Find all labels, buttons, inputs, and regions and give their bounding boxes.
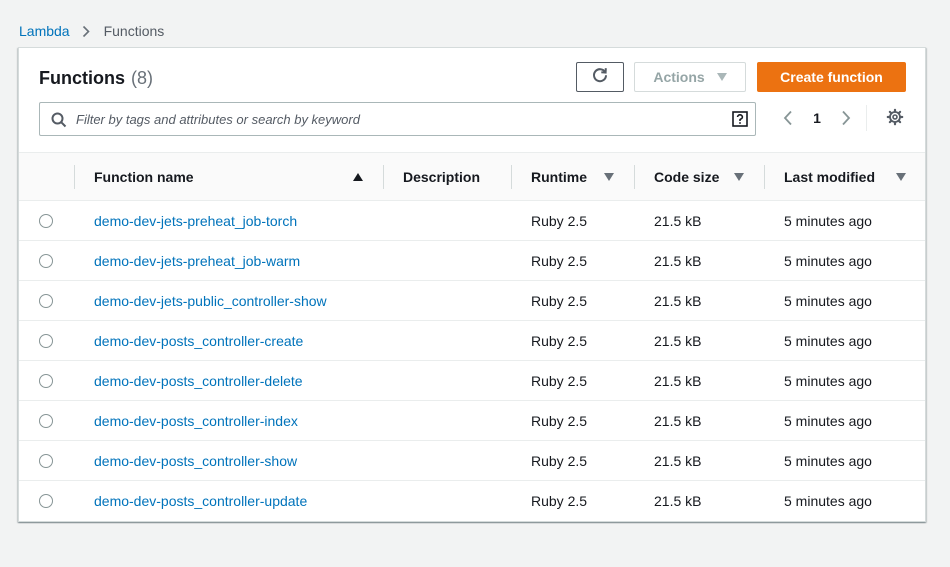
pagination: 1 xyxy=(781,105,867,131)
column-label: Runtime xyxy=(531,168,587,185)
column-separator xyxy=(511,165,512,189)
column-label: Description xyxy=(403,168,481,185)
code-size-cell: 21.5 kB xyxy=(654,293,702,309)
page-title: Functions (8) xyxy=(39,68,153,89)
table-row: demo-dev-jets-public_controller-show Rub… xyxy=(19,281,925,321)
code-size-cell: 21.5 kB xyxy=(654,213,702,229)
caret-down-icon xyxy=(716,73,727,81)
code-size-cell: 21.5 kB xyxy=(654,373,702,389)
last-modified-cell: 5 minutes ago xyxy=(784,333,872,349)
function-name-link[interactable]: demo-dev-jets-preheat_job-warm xyxy=(94,253,300,269)
function-name-link[interactable]: demo-dev-posts_controller-index xyxy=(94,413,298,429)
column-separator xyxy=(383,165,384,189)
pager-divider xyxy=(866,105,867,131)
last-modified-cell: 5 minutes ago xyxy=(784,293,872,309)
row-select-radio[interactable] xyxy=(39,494,53,508)
column-header-description[interactable]: Description xyxy=(383,153,511,200)
column-header-code-size[interactable]: Code size xyxy=(634,153,764,200)
caret-down-icon xyxy=(734,173,744,181)
column-separator xyxy=(74,165,75,189)
runtime-cell: Ruby 2.5 xyxy=(531,413,588,429)
column-label: Code size xyxy=(654,168,720,185)
panel-title-text: Functions xyxy=(39,68,125,88)
runtime-cell: Ruby 2.5 xyxy=(531,453,588,469)
row-select-radio[interactable] xyxy=(39,414,53,428)
last-modified-cell: 5 minutes ago xyxy=(784,213,872,229)
search-icon xyxy=(51,112,67,133)
functions-panel: Functions (8) Actions Create function Fi… xyxy=(18,47,926,522)
caret-down-icon xyxy=(896,173,906,181)
table-row: demo-dev-jets-preheat_job-torch Ruby 2.5… xyxy=(19,201,925,241)
runtime-cell: Ruby 2.5 xyxy=(531,253,588,269)
refresh-icon xyxy=(591,66,609,89)
row-select-radio[interactable] xyxy=(39,254,53,268)
function-name-link[interactable]: demo-dev-jets-public_controller-show xyxy=(94,293,327,309)
table-header: Function name Description Runtime Code s… xyxy=(19,152,925,201)
runtime-cell: Ruby 2.5 xyxy=(531,293,588,309)
function-name-link[interactable]: demo-dev-posts_controller-show xyxy=(94,453,297,469)
function-name-link[interactable]: demo-dev-posts_controller-update xyxy=(94,493,307,509)
column-separator xyxy=(764,165,765,189)
column-header-runtime[interactable]: Runtime xyxy=(511,153,634,200)
actions-dropdown-button[interactable]: Actions xyxy=(634,62,746,92)
actions-label: Actions xyxy=(653,69,705,85)
column-label: Last modified xyxy=(784,168,876,185)
breadcrumb-lambda-link[interactable]: Lambda xyxy=(19,23,70,39)
table-row: demo-dev-posts_controller-index Ruby 2.5… xyxy=(19,401,925,441)
breadcrumb: Lambda Functions xyxy=(19,23,164,39)
chevron-right-icon[interactable] xyxy=(839,110,853,126)
column-header-function-name[interactable]: Function name xyxy=(74,153,384,200)
breadcrumb-current: Functions xyxy=(103,23,165,39)
function-name-link[interactable]: demo-dev-jets-preheat_job-torch xyxy=(94,213,297,229)
runtime-cell: Ruby 2.5 xyxy=(531,213,588,229)
table-body: demo-dev-jets-preheat_job-torch Ruby 2.5… xyxy=(19,201,925,521)
last-modified-cell: 5 minutes ago xyxy=(784,373,872,389)
chevron-right-icon xyxy=(82,25,90,38)
row-select-radio[interactable] xyxy=(39,454,53,468)
table-row: demo-dev-jets-preheat_job-warm Ruby 2.5 … xyxy=(19,241,925,281)
function-name-link[interactable]: demo-dev-posts_controller-create xyxy=(94,333,303,349)
table-row: demo-dev-posts_controller-show Ruby 2.5 … xyxy=(19,441,925,481)
row-select-radio[interactable] xyxy=(39,374,53,388)
sort-ascending-icon xyxy=(353,173,363,181)
search-input[interactable] xyxy=(76,103,716,135)
caret-down-icon xyxy=(604,173,614,181)
last-modified-cell: 5 minutes ago xyxy=(784,493,872,509)
function-count: (8) xyxy=(131,68,153,88)
row-select-radio[interactable] xyxy=(39,294,53,308)
code-size-cell: 21.5 kB xyxy=(654,333,702,349)
page-number[interactable]: 1 xyxy=(795,110,839,126)
runtime-cell: Ruby 2.5 xyxy=(531,493,588,509)
row-select-radio[interactable] xyxy=(39,214,53,228)
table-row: demo-dev-posts_controller-update Ruby 2.… xyxy=(19,481,925,521)
runtime-cell: Ruby 2.5 xyxy=(531,333,588,349)
code-size-cell: 21.5 kB xyxy=(654,453,702,469)
row-select-radio[interactable] xyxy=(39,334,53,348)
create-function-button[interactable]: Create function xyxy=(757,62,906,92)
column-separator xyxy=(634,165,635,189)
last-modified-cell: 5 minutes ago xyxy=(784,253,872,269)
refresh-button[interactable] xyxy=(576,62,624,92)
search-box xyxy=(39,102,756,136)
function-name-link[interactable]: demo-dev-posts_controller-delete xyxy=(94,373,303,389)
help-icon[interactable] xyxy=(732,111,748,132)
column-label: Function name xyxy=(94,168,194,185)
code-size-cell: 21.5 kB xyxy=(654,253,702,269)
table-row: demo-dev-posts_controller-create Ruby 2.… xyxy=(19,321,925,361)
gear-icon[interactable] xyxy=(886,108,904,131)
last-modified-cell: 5 minutes ago xyxy=(784,453,872,469)
table-row: demo-dev-posts_controller-delete Ruby 2.… xyxy=(19,361,925,401)
code-size-cell: 21.5 kB xyxy=(654,493,702,509)
chevron-left-icon[interactable] xyxy=(781,110,795,126)
column-header-last-modified[interactable]: Last modified xyxy=(764,153,925,200)
last-modified-cell: 5 minutes ago xyxy=(784,413,872,429)
runtime-cell: Ruby 2.5 xyxy=(531,373,588,389)
code-size-cell: 21.5 kB xyxy=(654,413,702,429)
